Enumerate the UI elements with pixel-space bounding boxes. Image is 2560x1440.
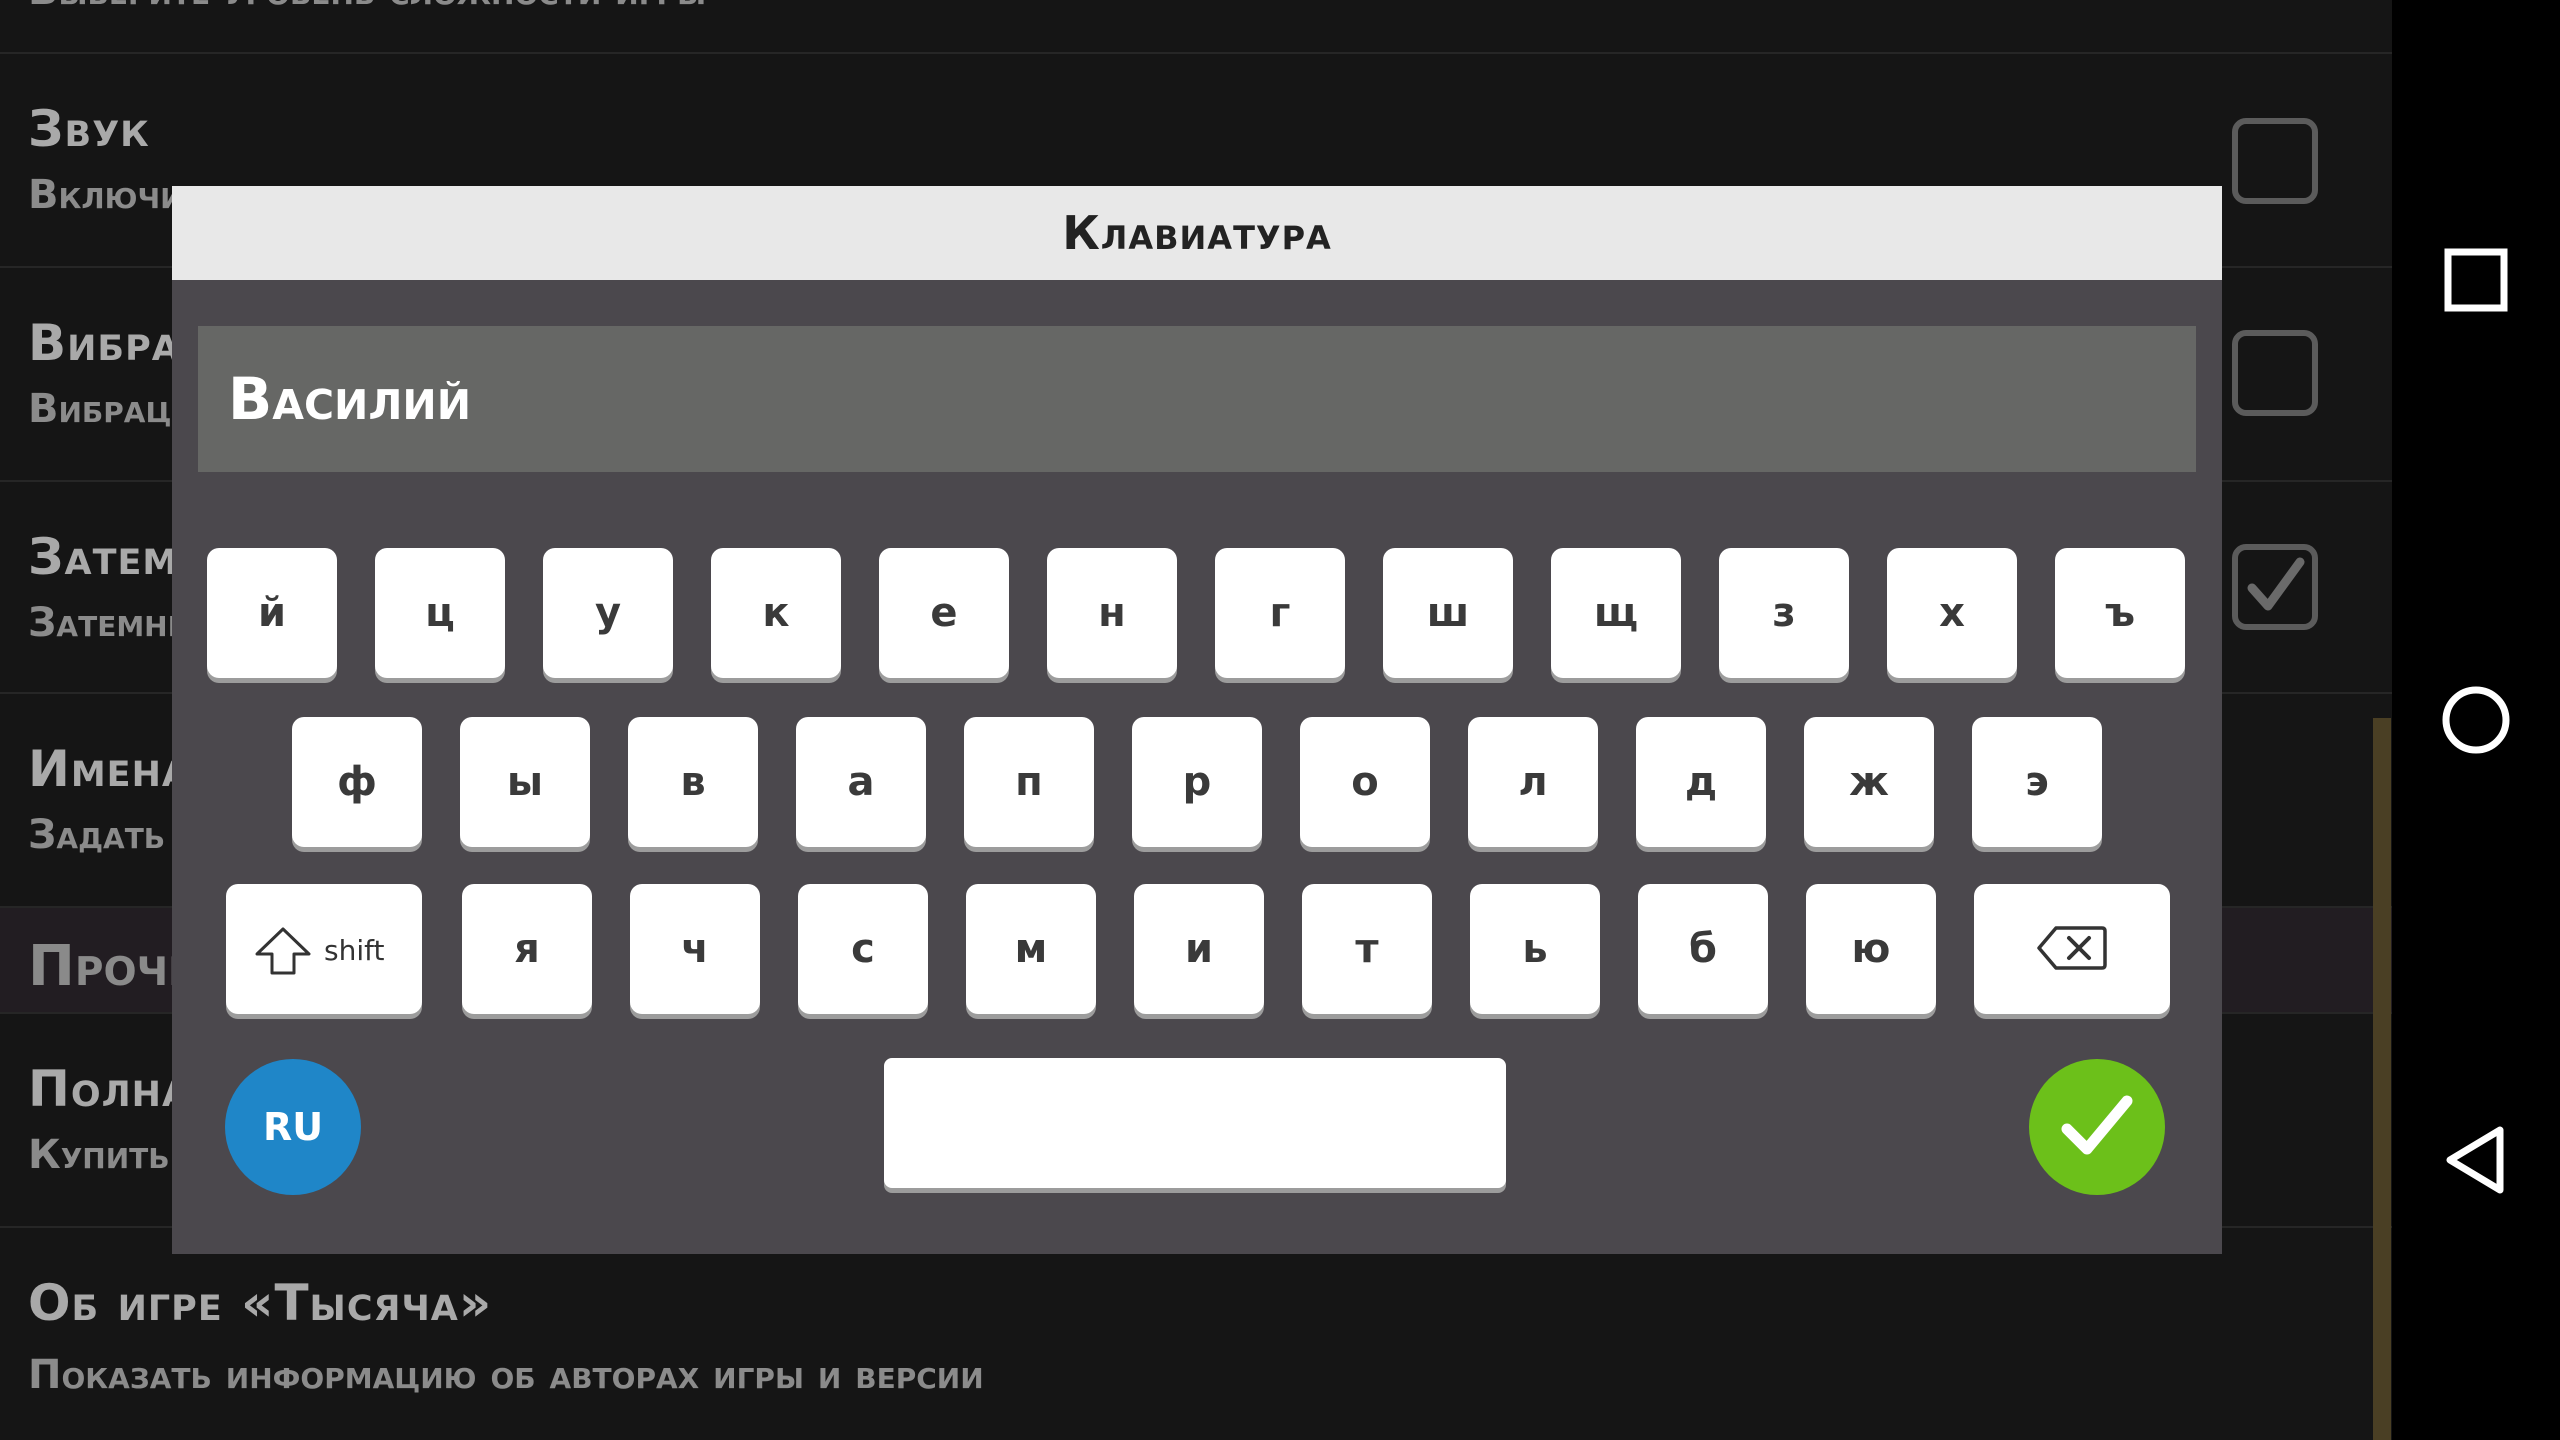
key[interactable]: ж [1804, 717, 1934, 847]
key[interactable]: ф [292, 717, 422, 847]
settings-row-title: Звук [28, 100, 150, 158]
key[interactable]: п [964, 717, 1094, 847]
key[interactable]: в [628, 717, 758, 847]
key[interactable]: ь [1470, 884, 1600, 1014]
key[interactable]: н [1047, 548, 1177, 678]
vibration-checkbox[interactable] [2232, 330, 2318, 416]
shift-key[interactable]: shift [226, 884, 422, 1014]
back-button[interactable] [2436, 1120, 2516, 1200]
settings-row-subtitle: Показать информацию об авторах игры и ве… [28, 1352, 984, 1398]
key[interactable]: й [207, 548, 337, 678]
key[interactable]: я [462, 884, 592, 1014]
scrollbar[interactable] [2373, 718, 2391, 1440]
key[interactable]: а [796, 717, 926, 847]
backspace-key[interactable] [1974, 884, 2170, 1014]
home-button[interactable] [2436, 680, 2516, 760]
name-input[interactable]: Василий [198, 326, 2196, 472]
key[interactable]: ш [1383, 548, 1513, 678]
key[interactable]: е [879, 548, 1009, 678]
key[interactable]: к [711, 548, 841, 678]
triangle-back-icon [2446, 1126, 2504, 1194]
key[interactable]: щ [1551, 548, 1681, 678]
key[interactable]: д [1636, 717, 1766, 847]
navigation-bar [2392, 0, 2560, 1440]
key[interactable]: х [1887, 548, 2017, 678]
key[interactable]: л [1468, 717, 1598, 847]
checkmark-icon [2061, 1095, 2133, 1155]
key[interactable]: м [966, 884, 1096, 1014]
square-icon [2444, 248, 2508, 312]
sound-checkbox[interactable] [2232, 118, 2318, 204]
space-key[interactable] [884, 1058, 1506, 1188]
key[interactable]: о [1300, 717, 1430, 847]
settings-row-title: Имена [28, 740, 190, 798]
settings-row-subtitle: Задать [28, 812, 166, 858]
dimming-checkbox[interactable] [2232, 544, 2318, 630]
key[interactable]: и [1134, 884, 1264, 1014]
key[interactable]: г [1215, 548, 1345, 678]
settings-row-difficulty[interactable]: Выберите уровень сложности игры [0, 0, 2392, 54]
settings-row-about[interactable]: Об игре «Тысяча» Показать информацию об … [0, 1228, 2392, 1440]
keyboard-dialog: Клавиатура Василий й ц у к е н г ш щ з х… [172, 186, 2222, 1254]
shift-arrow-icon [255, 927, 311, 975]
done-button[interactable] [2029, 1059, 2165, 1195]
recent-apps-button[interactable] [2436, 240, 2516, 320]
key[interactable]: с [798, 884, 928, 1014]
name-input-value: Василий [228, 365, 472, 433]
key[interactable]: б [1638, 884, 1768, 1014]
circle-icon [2442, 686, 2510, 754]
settings-row-title: Об игре «Тысяча» [28, 1274, 493, 1332]
key[interactable]: ъ [2055, 548, 2185, 678]
checkmark-icon [2247, 557, 2305, 611]
dialog-header: Клавиатура [172, 186, 2222, 280]
key[interactable]: ч [630, 884, 760, 1014]
key[interactable]: э [1972, 717, 2102, 847]
key[interactable]: з [1719, 548, 1849, 678]
key[interactable]: у [543, 548, 673, 678]
settings-row-subtitle: Купить [28, 1132, 170, 1178]
key[interactable]: ц [375, 548, 505, 678]
dialog-title: Клавиатура [1062, 206, 1332, 260]
backspace-icon [2037, 926, 2107, 970]
key[interactable]: т [1302, 884, 1432, 1014]
language-button[interactable]: RU [225, 1059, 361, 1195]
key[interactable]: ю [1806, 884, 1936, 1014]
key[interactable]: ы [460, 717, 590, 847]
settings-row-subtitle: Выберите уровень сложности игры [28, 0, 706, 14]
key[interactable]: р [1132, 717, 1262, 847]
shift-label: shift [324, 934, 385, 967]
